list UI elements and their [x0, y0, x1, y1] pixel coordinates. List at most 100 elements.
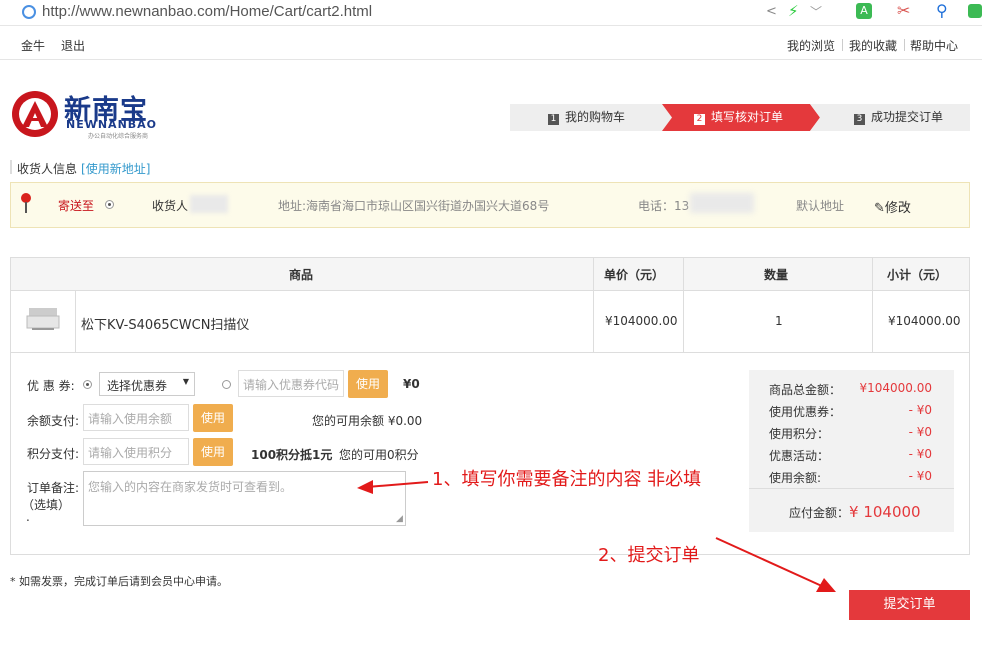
summary-label: 使用积分： — [769, 427, 830, 441]
step-3-number: 3 — [854, 114, 865, 125]
summary-label: 使用余额: — [769, 471, 822, 485]
coupon-amount: ¥0 — [403, 377, 420, 391]
dropdown-arrow-icon: ▼ — [182, 377, 189, 386]
share-icon[interactable]: < — [766, 4, 777, 19]
use-new-address-link[interactable]: [使用新地址] — [81, 162, 150, 176]
step-1-label: 我的购物车 — [565, 110, 626, 124]
product-subtotal: ¥104000.00 — [888, 314, 961, 328]
balance-use-button[interactable]: 使用 — [193, 404, 233, 432]
col-divider — [593, 258, 594, 352]
blurred-phone — [690, 193, 754, 213]
annotation-remark: 1、填写你需要备注的内容 非必填 — [432, 469, 702, 490]
step-2-label: 填写核对订单 — [711, 110, 784, 124]
table-header: 商品 单价（元） 数量 小计（元） — [11, 258, 969, 291]
scissors-icon[interactable]: ✂ — [897, 1, 910, 20]
summary-value: ¥104000.00 — [859, 381, 932, 395]
logout-link[interactable]: 退出 — [61, 37, 85, 54]
step-2: 2 填写核对订单 — [694, 104, 783, 131]
summary-label: 商品总金额： — [769, 383, 842, 397]
step-3: 3 成功提交订单 — [854, 104, 943, 131]
step-2-number: 2 — [694, 114, 705, 125]
ship-to-label: 寄送至 — [58, 199, 95, 213]
payable-value: ¥ 104000 — [849, 503, 921, 521]
chevron-down-icon[interactable]: ﹀ — [810, 3, 822, 20]
search-icon[interactable]: ⚲ — [936, 1, 948, 20]
default-address-label: 默认地址 — [796, 199, 845, 213]
product-price: ¥104000.00 — [605, 314, 678, 328]
logo-text-en: NEWNANBAO — [66, 118, 158, 131]
annotation-arrow-1 — [357, 480, 429, 494]
favorites-link[interactable]: 我的收藏 — [849, 37, 897, 54]
summary-row: 使用优惠券： - ¥0 — [769, 403, 934, 420]
submit-order-button[interactable]: 提交订单 — [849, 590, 970, 620]
header-qty: 数量 — [764, 268, 789, 282]
coupon-use-button[interactable]: 使用 — [348, 370, 388, 398]
history-link[interactable]: 我的浏览 — [787, 37, 835, 54]
summary-value: - ¥0 — [908, 469, 932, 483]
address-radio[interactable] — [105, 200, 114, 209]
product-name[interactable]: 松下KV-S4065CWCN扫描仪 — [81, 314, 249, 333]
receiver-phone: 电话：13 — [638, 199, 690, 213]
top-nav: 金牛 退出 我的浏览 我的收藏 帮助中心 — [0, 30, 982, 60]
points-rate: 100积分抵1元 — [251, 448, 333, 462]
remark-label: 订单备注: — [27, 481, 80, 495]
edit-icon: ✎ — [874, 201, 885, 216]
summary-row: 商品总金额： ¥104000.00 — [769, 381, 934, 398]
url-text[interactable]: http://www.newnanbao.com/Home/Cart/cart2… — [42, 3, 372, 20]
remark-dot: . — [26, 510, 30, 524]
points-available: 您的可用0积分 — [339, 448, 419, 462]
resize-handle-icon[interactable]: ◢ — [396, 514, 403, 524]
translate-icon[interactable]: A — [856, 3, 872, 19]
row-divider — [11, 352, 969, 353]
step-3-label: 成功提交订单 — [871, 110, 944, 124]
payable-row: 应付金额：¥ 104000 — [789, 503, 921, 521]
coupon-select-radio[interactable] — [83, 380, 92, 389]
section-marker — [10, 160, 12, 174]
edit-address-link[interactable]: ✎修改 — [874, 197, 911, 216]
summary-value: - ¥0 — [908, 403, 932, 417]
coupon-select-value: 选择优惠券 — [107, 379, 168, 393]
summary-row: 优惠活动： - ¥0 — [769, 447, 934, 464]
user-link[interactable]: 金牛 — [21, 37, 45, 54]
coupon-select[interactable]: 选择优惠券 ▼ — [99, 372, 195, 396]
product-thumbnail[interactable] — [26, 302, 60, 332]
help-link[interactable]: 帮助中心 — [910, 37, 958, 54]
divider — [904, 39, 905, 51]
coupon-code-radio[interactable] — [222, 380, 231, 389]
step-1: 1 我的购物车 — [548, 104, 625, 131]
receiver-section-title: 收货人信息 [使用新地址] — [17, 160, 150, 177]
logo-tagline: 办公自动化综合服务商 — [88, 133, 149, 140]
step-1-number: 1 — [548, 114, 559, 125]
receiver-address: 地址:海南省海口市琼山区国兴街道办国兴大道68号 — [278, 199, 550, 213]
divider — [842, 39, 843, 51]
lightning-icon[interactable]: ⚡ — [788, 2, 799, 20]
extension-icon[interactable] — [968, 4, 982, 18]
blurred-name — [190, 195, 228, 213]
points-label: 积分支付: — [27, 447, 80, 461]
col-divider — [872, 258, 873, 352]
summary-value: - ¥0 — [908, 447, 932, 461]
summary-row: 使用余额: - ¥0 — [769, 469, 934, 486]
col-divider — [75, 291, 76, 352]
page-icon — [22, 5, 36, 19]
points-use-button[interactable]: 使用 — [193, 438, 233, 466]
header-price: 单价（元） — [604, 268, 665, 282]
summary-value: - ¥0 — [908, 425, 932, 439]
location-pin-icon — [21, 193, 31, 213]
annotation-arrow-2 — [715, 537, 836, 592]
payable-label: 应付金额： — [789, 506, 850, 520]
coupon-code-input[interactable]: 请输入优惠券代码 — [238, 370, 344, 397]
summary-row: 使用积分： - ¥0 — [769, 425, 934, 442]
summary-label: 优惠活动： — [769, 449, 830, 463]
header-product: 商品 — [289, 268, 314, 282]
order-summary: 商品总金额： ¥104000.00 使用优惠券： - ¥0 使用积分： - ¥0 优惠… — [749, 370, 954, 532]
summary-label: 使用优惠券： — [769, 405, 842, 419]
summary-divider — [749, 488, 954, 489]
balance-input[interactable]: 请输入使用余额 — [83, 404, 189, 431]
invoice-note: * 如需发票，完成订单后请到会员中心申请。 — [10, 575, 228, 588]
receiver-title: 收货人信息 — [17, 162, 78, 176]
balance-available: 您的可用余额 ¥0.00 — [312, 414, 423, 428]
logo-a-glyph — [22, 101, 48, 127]
points-input[interactable]: 请输入使用积分 — [83, 438, 189, 465]
coupon-label: 优 惠 券: — [27, 379, 75, 393]
